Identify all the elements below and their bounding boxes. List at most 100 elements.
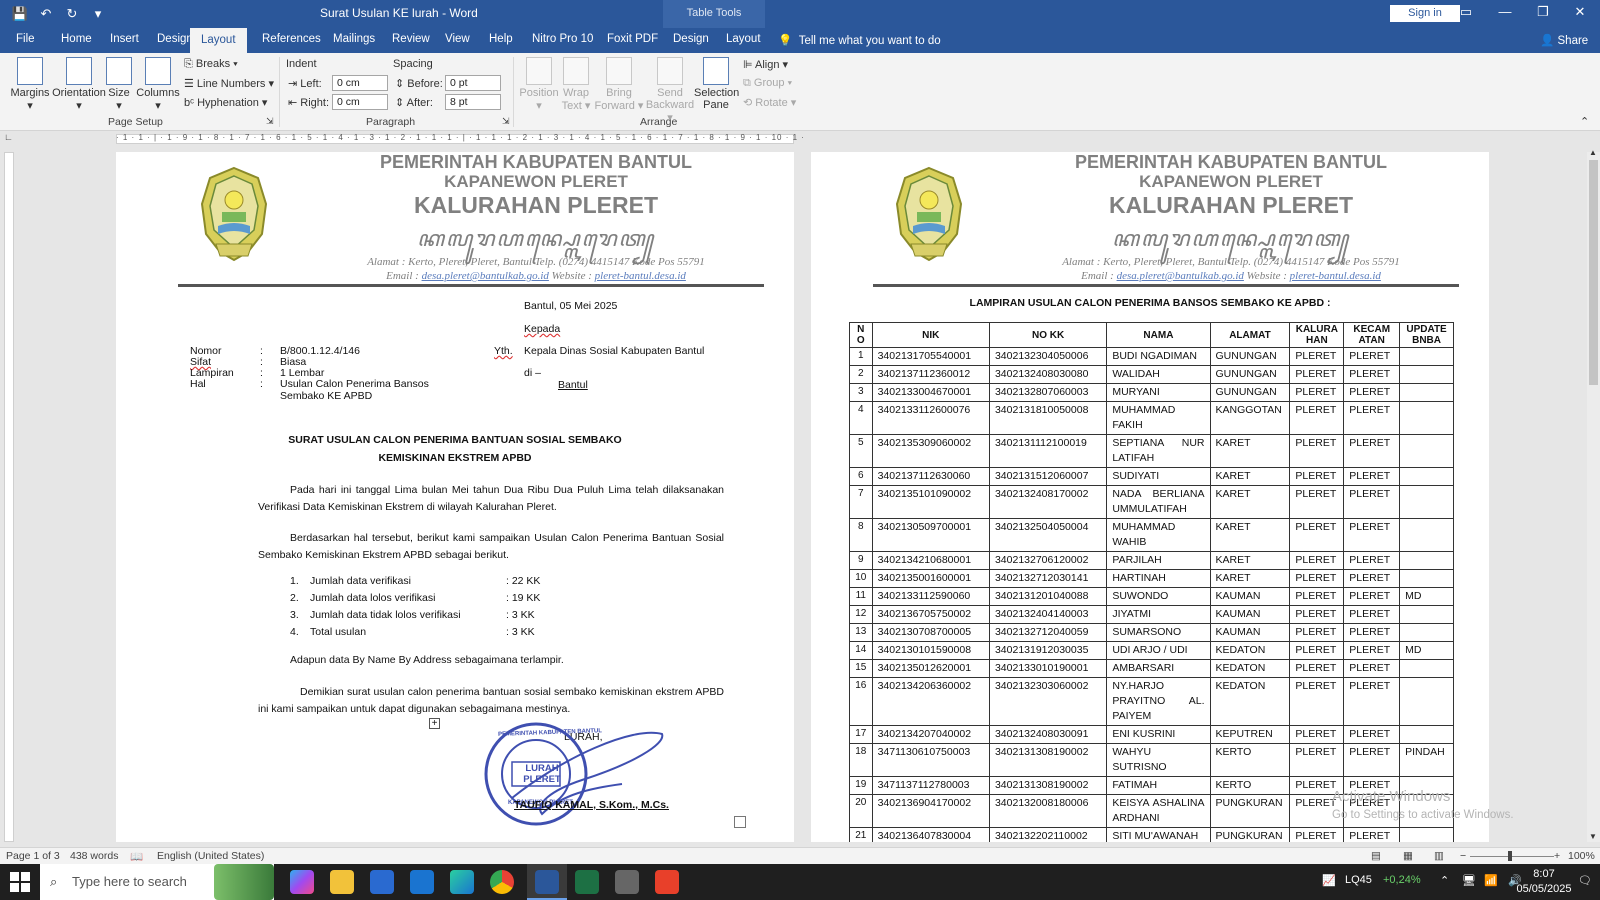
clock-time[interactable]: 8:07 <box>1524 868 1564 880</box>
cell-kec[interactable]: PLERET <box>1343 743 1401 777</box>
cell-no[interactable]: 19 <box>849 776 873 795</box>
tab-file-0[interactable]: File <box>16 33 35 45</box>
tab-foxit-pdf-11[interactable]: Foxit PDF <box>607 33 658 45</box>
cell-kk[interactable]: 3402132408170002 <box>988 485 1108 519</box>
zoom-slider-thumb[interactable] <box>1508 851 1512 861</box>
position-button[interactable]: Position ▾ <box>518 57 560 112</box>
cell-kk[interactable]: 3402131308190002 <box>988 776 1108 795</box>
cell-kk[interactable]: 3402132807060003 <box>988 383 1108 402</box>
cell-nik[interactable]: 3402134206360002 <box>871 677 990 726</box>
zoom-level[interactable]: 100% <box>1568 850 1595 862</box>
cell-alamat[interactable]: KEDATON <box>1209 641 1291 660</box>
cell-kal[interactable]: PLERET <box>1289 434 1345 468</box>
page-count[interactable]: Page 1 of 3 <box>6 850 60 862</box>
read-mode-icon[interactable]: ▤ <box>1371 850 1381 862</box>
cell-nama[interactable]: MUHAMMAD WAHIB <box>1106 518 1211 552</box>
cell-nama[interactable]: SEPTIANA NUR LATIFAH <box>1106 434 1211 468</box>
ribbon-display-options-icon[interactable]: ▭ <box>1451 4 1481 20</box>
sign-in-button[interactable]: Sign in <box>1390 5 1460 22</box>
cell-no[interactable]: 8 <box>849 518 873 552</box>
cell-alamat[interactable]: GUNUNGAN <box>1209 383 1291 402</box>
cell-nama[interactable]: JIYATMI <box>1106 605 1211 624</box>
cell-kk[interactable]: 3402132404140003 <box>988 605 1108 624</box>
spacing-before-input[interactable]: 0 pt <box>445 75 501 91</box>
cell-kec[interactable]: PLERET <box>1343 551 1401 570</box>
cell-no[interactable]: 9 <box>849 551 873 570</box>
cell-upd[interactable] <box>1399 347 1454 366</box>
cell-kal[interactable]: PLERET <box>1289 569 1345 588</box>
cell-nik[interactable]: 3402137112360012 <box>871 365 990 384</box>
cell-nama[interactable]: WALIDAH <box>1106 365 1211 384</box>
cell-no[interactable]: 11 <box>849 587 873 606</box>
cell-upd[interactable] <box>1399 605 1454 624</box>
stock-ticker[interactable]: LQ45 <box>1345 874 1372 886</box>
cell-no[interactable]: 6 <box>849 467 873 486</box>
cell-alamat[interactable]: KAUMAN <box>1209 605 1291 624</box>
cell-nik[interactable]: 3402136705750002 <box>871 605 990 624</box>
vertical-scrollbar[interactable]: ▲ ▼ <box>1587 148 1600 842</box>
cell-upd[interactable] <box>1399 365 1454 384</box>
cell-alamat[interactable]: KARET <box>1209 518 1291 552</box>
tab-mailings-6[interactable]: Mailings <box>333 33 375 45</box>
cell-upd[interactable] <box>1399 725 1454 744</box>
cell-nik[interactable]: 3402133112600076 <box>871 401 990 435</box>
cell-kal[interactable]: PLERET <box>1289 383 1345 402</box>
tell-me-search[interactable]: 💡 Tell me what you want to do <box>778 33 941 47</box>
cell-no[interactable]: 4 <box>849 401 873 435</box>
redo-icon[interactable]: ↻ <box>62 4 82 24</box>
outlook-icon[interactable] <box>410 870 434 894</box>
cell-upd[interactable]: MD <box>1399 587 1454 606</box>
minimize-button[interactable]: — <box>1490 4 1520 19</box>
cell-upd[interactable] <box>1399 485 1454 519</box>
cell-nik[interactable]: 3402135101090002 <box>871 485 990 519</box>
cell-no[interactable]: 15 <box>849 659 873 678</box>
cell-kec[interactable]: PLERET <box>1343 518 1401 552</box>
cell-nama[interactable]: KEISYA ASHALINA ARDHANI <box>1106 794 1211 828</box>
cell-kal[interactable]: PLERET <box>1289 677 1345 726</box>
cell-alamat[interactable]: PUNGKURAN <box>1209 827 1291 842</box>
cell-nik[interactable]: 3402130101590008 <box>871 641 990 660</box>
chrome-icon[interactable] <box>490 870 514 894</box>
cell-kk[interactable]: 3402132304050006 <box>988 347 1108 366</box>
cell-alamat[interactable]: KERTO <box>1209 743 1291 777</box>
orientation-button[interactable]: Orientation ▾ <box>48 57 110 112</box>
cell-nama[interactable]: MURYANI <box>1106 383 1211 402</box>
cell-kal[interactable]: PLERET <box>1289 485 1345 519</box>
spacing-after-input[interactable]: 8 pt <box>445 94 501 110</box>
cell-kec[interactable]: PLERET <box>1343 569 1401 588</box>
cell-alamat[interactable]: KEPUTREN <box>1209 725 1291 744</box>
cell-nama[interactable]: PARJILAH <box>1106 551 1211 570</box>
cell-alamat[interactable]: GUNUNGAN <box>1209 365 1291 384</box>
cell-kk[interactable]: 3402131112100019 <box>988 434 1108 468</box>
cell-kk[interactable]: 3402131308190002 <box>988 743 1108 777</box>
cell-nama[interactable]: NADA BERLIANA UMMULATIFAH <box>1106 485 1211 519</box>
cell-kec[interactable]: PLERET <box>1343 434 1401 468</box>
cell-kal[interactable]: PLERET <box>1289 725 1345 744</box>
cell-upd[interactable] <box>1399 434 1454 468</box>
cell-kal[interactable]: PLERET <box>1289 623 1345 642</box>
cell-upd[interactable] <box>1399 467 1454 486</box>
cell-no[interactable]: 14 <box>849 641 873 660</box>
vertical-ruler[interactable] <box>4 152 14 842</box>
search-highlight-image[interactable] <box>214 864 274 900</box>
cell-no[interactable]: 5 <box>849 434 873 468</box>
customize-qat-icon[interactable]: ▾ <box>88 4 108 24</box>
cell-kal[interactable]: PLERET <box>1289 518 1345 552</box>
cell-alamat[interactable]: KEDATON <box>1209 677 1291 726</box>
zoom-slider[interactable] <box>1470 856 1554 857</box>
show-hidden-icons-icon[interactable]: ⌃ <box>1440 874 1449 887</box>
network-icon[interactable]: 📶 <box>1484 874 1498 887</box>
columns-button[interactable]: Columns ▾ <box>136 57 180 112</box>
clock-date[interactable]: 05/05/2025 <box>1511 883 1577 895</box>
page-setup-launcher-icon[interactable]: ⇲ <box>266 116 274 127</box>
copilot-icon[interactable] <box>290 870 314 894</box>
collapse-ribbon-icon[interactable]: ⌃ <box>1580 115 1589 128</box>
cell-nik[interactable]: 3402135001600001 <box>871 569 990 588</box>
cell-nik[interactable]: 3402134210680001 <box>871 551 990 570</box>
cell-nik[interactable]: 3402130509700001 <box>871 518 990 552</box>
cell-nama[interactable]: UDI ARJO / UDI <box>1106 641 1211 660</box>
cell-kk[interactable]: 3402132202110002 <box>988 827 1108 842</box>
web-layout-icon[interactable]: ▥ <box>1434 850 1444 862</box>
cell-nama[interactable]: AMBARSARI <box>1106 659 1211 678</box>
cell-kec[interactable]: PLERET <box>1343 401 1401 435</box>
